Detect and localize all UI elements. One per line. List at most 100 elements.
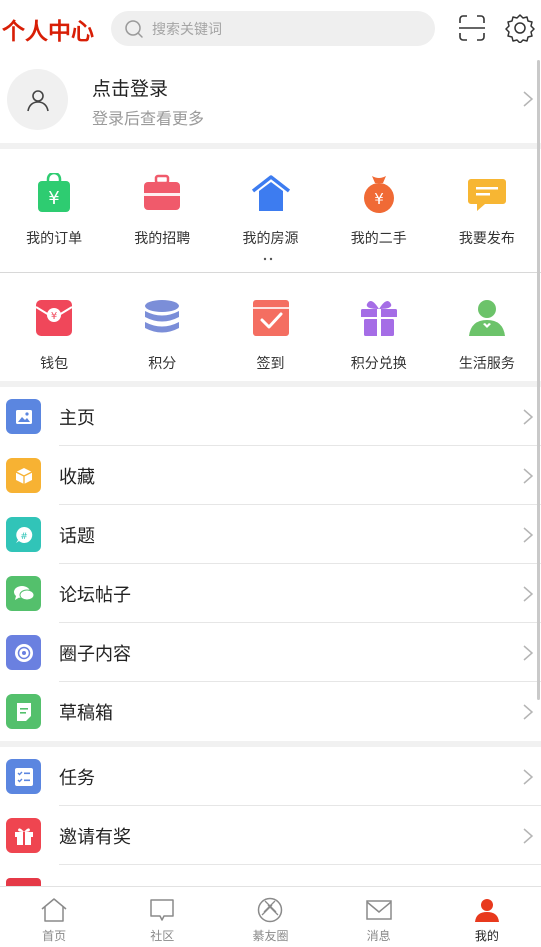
tab-label: 我的 [474,929,499,943]
section-divider [0,143,541,149]
mail-icon [365,900,392,920]
checkin-icon [252,300,289,336]
grid-item-label: 我的房源 [242,231,299,247]
tab-label: 首页 [42,929,67,943]
scrollbar[interactable] [537,60,540,700]
menu-item-drafts[interactable]: 草稿箱 [0,682,541,741]
aperture-icon [258,897,283,923]
grid-item-housing[interactable]: 我的房源 [216,173,324,248]
bottom-tab-bar: 首页 社区 綦友圈 消息 我的 [0,886,541,947]
chevron-right-icon [523,828,534,844]
chevron-right-icon [523,769,534,785]
gift-icon [360,300,397,336]
menu-item-tasks[interactable]: 任务 [0,747,541,806]
grid-item-label: 我的招聘 [134,231,191,247]
draft-icon [6,694,41,729]
avatar[interactable] [7,69,68,130]
grid-item-checkin[interactable]: 签到 [216,298,324,373]
hashtag-icon: # [6,517,41,552]
menu-item-favorites[interactable]: 收藏 [0,446,541,505]
grid-item-label: 我要发布 [458,231,515,247]
tab-profile[interactable]: 我的 [433,887,541,947]
chevron-right-icon [523,586,534,602]
grid-item-secondhand[interactable]: ¥ 我的二手 [325,173,433,248]
grid-item-label: 积分 [148,356,177,372]
menu-item-label: 邀请有奖 [59,827,131,848]
tab-home[interactable]: 首页 [0,887,108,947]
page-indicator [263,257,273,261]
svg-text:¥: ¥ [51,311,57,322]
search-input[interactable]: 搜索关键词 [111,11,435,46]
search-placeholder: 搜索关键词 [152,21,222,38]
grid-item-label: 我的订单 [26,231,83,247]
menu-item-label: 任务 [59,768,95,789]
login-row[interactable]: 点击登录 登录后查看更多 [0,58,541,143]
partial-menu-icon [6,878,41,886]
search-icon [125,19,143,38]
menu-item-label: 收藏 [59,467,95,488]
menu-item-homepage[interactable]: 主页 [0,387,541,446]
grid-item-points[interactable]: 积分 [108,298,216,373]
orders-grid: ¥ 我的订单 我的招聘 我的房源 ¥ 我的二手 我要发布 [0,173,541,248]
home-icon [41,898,67,922]
menu-item-label: 论坛帖子 [59,585,131,606]
grid-item-label: 签到 [256,356,285,372]
user-icon [26,89,49,111]
svg-text:¥: ¥ [374,190,384,208]
menu-item-label: 主页 [59,408,95,429]
grid-item-label: 积分兑换 [350,356,407,372]
grid-item-publish[interactable]: 我要发布 [433,173,541,248]
tab-label: 社区 [150,929,175,943]
login-title[interactable]: 点击登录 [92,74,168,101]
gear-icon[interactable] [505,13,535,43]
grid-item-life-service[interactable]: 生活服务 [433,298,541,373]
gift-icon [6,818,41,853]
wallet-icon: ¥ [35,300,73,336]
menu-item-label: 圈子内容 [59,644,131,665]
chevron-right-icon [523,468,534,484]
menu-item-forum-posts[interactable]: 论坛帖子 [0,564,541,623]
menu-item-label: 草稿箱 [59,703,113,724]
tab-friends-circle[interactable]: 綦友圈 [216,887,324,947]
grid-item-label: 钱包 [40,356,69,372]
image-icon [6,399,41,434]
house-icon [251,175,290,211]
tab-messages[interactable]: 消息 [325,887,433,947]
tab-label: 綦友圈 [252,929,289,943]
row-divider [59,864,541,865]
grid-item-label: 生活服务 [458,356,515,372]
coins-icon [145,300,180,333]
user-icon [474,899,499,922]
services-grid: ¥ 钱包 积分 签到 积分兑换 生活服务 [0,298,541,373]
svg-text:¥: ¥ [48,188,59,209]
task-list-icon [6,759,41,794]
grid-item-label: 我的二手 [350,231,407,247]
chat-bubbles-icon [6,576,41,611]
chat-icon [150,899,175,921]
chevron-right-icon [523,91,534,107]
grid-item-orders[interactable]: ¥ 我的订单 [0,173,108,248]
grid-item-exchange[interactable]: 积分兑换 [325,298,433,373]
tab-label: 消息 [366,929,391,943]
scan-icon[interactable] [457,13,487,43]
menu-item-circle-content[interactable]: 圈子内容 [0,623,541,682]
grid-item-wallet[interactable]: ¥ 钱包 [0,298,108,373]
box-icon [6,458,41,493]
chevron-right-icon [523,409,534,425]
tab-community[interactable]: 社区 [108,887,216,947]
chevron-right-icon [523,645,534,661]
grid-item-recruit[interactable]: 我的招聘 [108,173,216,248]
grid-divider [0,272,541,273]
chevron-right-icon [523,527,534,543]
chevron-right-icon [523,704,534,720]
message-icon [467,179,506,211]
svg-text:#: # [20,532,28,542]
circle-icon [6,635,41,670]
menu-item-topics[interactable]: # 话题 [0,505,541,564]
shopping-bag-icon: ¥ [38,173,71,212]
menu-item-invite-reward[interactable]: 邀请有奖 [0,806,541,865]
person-icon [468,300,505,336]
page-title: 个人中心 [2,18,94,45]
money-bag-icon: ¥ [363,176,394,213]
menu-item-label: 话题 [59,526,95,547]
